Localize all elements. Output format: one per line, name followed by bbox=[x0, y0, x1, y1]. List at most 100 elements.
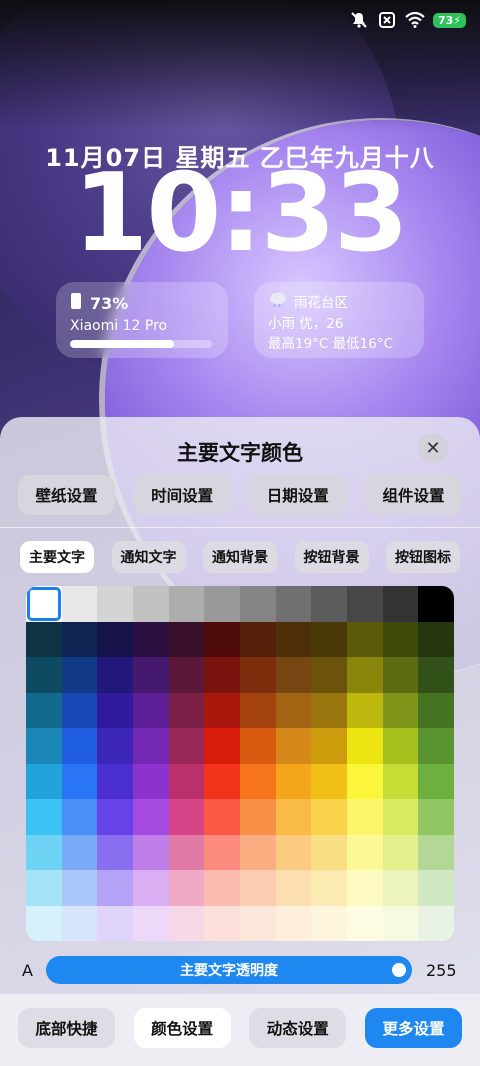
subtab-button-background[interactable]: 按钮背景 bbox=[294, 541, 369, 573]
color-swatch[interactable] bbox=[347, 905, 383, 941]
color-swatch[interactable] bbox=[61, 799, 98, 835]
color-swatch[interactable] bbox=[311, 905, 347, 941]
color-settings-button[interactable]: 颜色设置 bbox=[133, 1008, 231, 1048]
color-swatch[interactable] bbox=[347, 799, 383, 835]
color-swatch[interactable] bbox=[311, 728, 347, 764]
color-swatch[interactable] bbox=[275, 763, 312, 799]
color-swatch[interactable] bbox=[61, 834, 98, 870]
color-swatch[interactable] bbox=[133, 799, 169, 835]
color-swatch[interactable] bbox=[240, 586, 276, 622]
color-swatch[interactable] bbox=[311, 657, 347, 693]
color-swatch[interactable] bbox=[347, 728, 383, 764]
color-swatch[interactable] bbox=[204, 763, 240, 799]
color-swatch[interactable] bbox=[204, 905, 240, 941]
color-swatch[interactable] bbox=[347, 586, 383, 622]
color-swatch[interactable] bbox=[26, 586, 62, 622]
color-swatch[interactable] bbox=[347, 763, 383, 799]
color-swatch[interactable] bbox=[311, 586, 347, 622]
color-swatch[interactable] bbox=[311, 621, 347, 657]
color-swatch[interactable] bbox=[97, 621, 133, 657]
tab-time-settings[interactable]: 时间设置 bbox=[133, 475, 231, 515]
close-button[interactable]: ✕ bbox=[418, 433, 448, 463]
color-swatch[interactable] bbox=[240, 870, 276, 906]
color-swatch[interactable] bbox=[133, 692, 169, 728]
color-swatch[interactable] bbox=[240, 763, 276, 799]
color-swatch[interactable] bbox=[204, 621, 240, 657]
color-swatch[interactable] bbox=[240, 692, 276, 728]
color-swatch[interactable] bbox=[418, 834, 454, 870]
subtab-main-text[interactable]: 主要文字 bbox=[20, 541, 94, 573]
color-swatch[interactable] bbox=[418, 586, 454, 622]
color-swatch[interactable] bbox=[347, 834, 383, 870]
color-swatch[interactable] bbox=[168, 905, 205, 941]
color-swatch[interactable] bbox=[61, 763, 98, 799]
color-swatch[interactable] bbox=[347, 657, 383, 693]
color-swatch[interactable] bbox=[168, 621, 205, 657]
color-swatch[interactable] bbox=[26, 728, 62, 764]
color-swatch[interactable] bbox=[204, 728, 240, 764]
color-swatch[interactable] bbox=[168, 834, 205, 870]
color-swatch[interactable] bbox=[97, 905, 133, 941]
color-swatch[interactable] bbox=[418, 799, 454, 835]
subtab-notification-background[interactable]: 通知背景 bbox=[203, 541, 277, 573]
color-swatch[interactable] bbox=[382, 870, 419, 906]
color-swatch[interactable] bbox=[204, 834, 240, 870]
color-swatch[interactable] bbox=[418, 657, 454, 693]
color-swatch[interactable] bbox=[418, 692, 454, 728]
color-swatch[interactable] bbox=[168, 728, 205, 764]
color-swatch[interactable] bbox=[204, 870, 240, 906]
color-swatch[interactable] bbox=[133, 586, 169, 622]
color-swatch[interactable] bbox=[204, 657, 240, 693]
color-swatch[interactable] bbox=[275, 870, 312, 906]
color-swatch[interactable] bbox=[133, 621, 169, 657]
color-swatch[interactable] bbox=[240, 834, 276, 870]
color-swatch[interactable] bbox=[133, 657, 169, 693]
color-swatch[interactable] bbox=[418, 621, 454, 657]
opacity-slider[interactable]: 主要文字透明度 bbox=[46, 956, 412, 984]
color-swatch[interactable] bbox=[133, 763, 169, 799]
color-swatch[interactable] bbox=[61, 870, 98, 906]
color-swatch[interactable] bbox=[26, 905, 62, 941]
color-swatch[interactable] bbox=[26, 621, 62, 657]
color-swatch[interactable] bbox=[382, 657, 419, 693]
color-swatch[interactable] bbox=[26, 657, 62, 693]
color-swatch[interactable] bbox=[133, 905, 169, 941]
color-swatch[interactable] bbox=[168, 799, 205, 835]
color-swatch[interactable] bbox=[347, 621, 383, 657]
color-swatch[interactable] bbox=[61, 905, 98, 941]
opacity-slider-knob[interactable] bbox=[392, 963, 406, 977]
color-swatch[interactable] bbox=[311, 870, 347, 906]
color-swatch[interactable] bbox=[275, 905, 312, 941]
tab-wallpaper-settings[interactable]: 壁纸设置 bbox=[18, 475, 115, 515]
color-swatch[interactable] bbox=[97, 799, 133, 835]
color-swatch[interactable] bbox=[382, 905, 419, 941]
color-swatch[interactable] bbox=[168, 586, 205, 622]
tab-widget-settings[interactable]: 组件设置 bbox=[364, 475, 462, 515]
color-swatch[interactable] bbox=[26, 763, 62, 799]
color-swatch[interactable] bbox=[418, 763, 454, 799]
color-swatch[interactable] bbox=[275, 621, 312, 657]
color-swatch[interactable] bbox=[382, 763, 419, 799]
color-swatch[interactable] bbox=[240, 728, 276, 764]
color-swatch[interactable] bbox=[204, 586, 240, 622]
color-swatch[interactable] bbox=[382, 728, 419, 764]
color-swatch[interactable] bbox=[133, 870, 169, 906]
color-swatch[interactable] bbox=[275, 834, 312, 870]
color-swatch[interactable] bbox=[61, 728, 98, 764]
color-swatch[interactable] bbox=[97, 692, 133, 728]
weather-widget[interactable]: 雨花台区 小雨 优，26 最高19°C 最低16°C bbox=[254, 282, 424, 358]
color-swatch[interactable] bbox=[240, 657, 276, 693]
color-swatch[interactable] bbox=[240, 621, 276, 657]
dynamic-settings-button[interactable]: 动态设置 bbox=[249, 1008, 347, 1048]
color-swatch[interactable] bbox=[275, 657, 312, 693]
color-swatch[interactable] bbox=[26, 799, 62, 835]
color-swatch[interactable] bbox=[347, 870, 383, 906]
subtab-notification-text[interactable]: 通知文字 bbox=[111, 541, 186, 573]
color-swatch[interactable] bbox=[61, 586, 98, 622]
color-swatch[interactable] bbox=[61, 692, 98, 728]
color-swatch[interactable] bbox=[97, 586, 133, 622]
battery-widget[interactable]: 73% Xiaomi 12 Pro bbox=[56, 282, 228, 358]
color-swatch[interactable] bbox=[168, 763, 205, 799]
color-swatch[interactable] bbox=[97, 763, 133, 799]
color-swatch[interactable] bbox=[240, 799, 276, 835]
